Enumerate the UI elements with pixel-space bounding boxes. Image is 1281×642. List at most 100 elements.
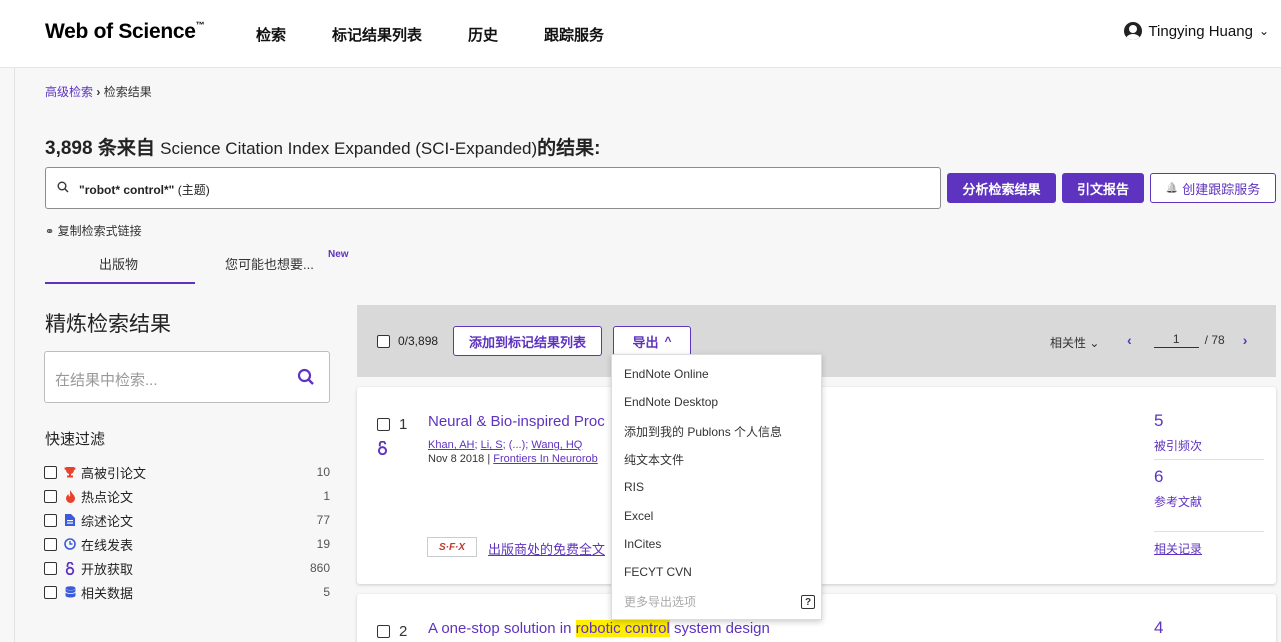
open-access-icon (63, 561, 77, 575)
bell-icon: 🔔 (1165, 182, 1179, 194)
copy-query-link-label: 复制检索式链接 (57, 224, 142, 238)
citation-report-button[interactable]: 引文报告 (1062, 173, 1144, 203)
trophy-icon (63, 466, 77, 478)
chevron-down-icon: ⌄ (1089, 336, 1100, 350)
record-checkbox[interactable] (377, 418, 390, 431)
nav-alerts[interactable]: 跟踪服务 (544, 24, 604, 45)
author-link[interactable]: Wang, HQ (531, 439, 582, 451)
quick-filter-title: 快速过滤 (45, 431, 106, 448)
breadcrumb-advanced-search[interactable]: 高级检索 (45, 85, 93, 99)
user-avatar-icon (1124, 22, 1143, 40)
author-link[interactable]: Khan, AH (428, 439, 474, 451)
export-fecyt-cvn[interactable]: FECYT CVN (624, 565, 692, 579)
authors-more[interactable]: (...) (509, 439, 526, 451)
refine-search-input[interactable]: 在结果中检索... (44, 351, 330, 403)
next-page-icon[interactable]: › (1243, 332, 1248, 348)
export-publons[interactable]: 添加到我的 Publons 个人信息 (624, 423, 782, 440)
filter-open-access[interactable]: 开放获取 860 (44, 558, 330, 578)
user-name: Tingying Huang (1148, 22, 1253, 40)
brand-logo[interactable]: Web of Science™ (45, 20, 205, 44)
journal-link[interactable]: Frontiers In Neurorob (493, 453, 598, 465)
record-title[interactable]: A one-stop solution in robotic control s… (428, 620, 770, 637)
export-menu: EndNote Online EndNote Desktop 添加到我的 Pub… (611, 354, 822, 620)
filter-label: 开放获取 (81, 561, 134, 577)
page-input[interactable]: 1 (1153, 332, 1199, 348)
analyze-results-button[interactable]: 分析检索结果 (947, 173, 1056, 203)
checkbox[interactable] (44, 513, 57, 527)
total-pages: / 78 (1204, 333, 1225, 347)
export-endnote-desktop[interactable]: EndNote Desktop (624, 395, 718, 409)
record-date: Nov 8 2018 (428, 453, 485, 465)
related-records-link[interactable]: 相关记录 (1154, 540, 1202, 557)
export-more-options: 更多导出选项 (624, 595, 697, 609)
free-full-text-link[interactable]: 出版商处的免费全文 (488, 539, 605, 558)
help-icon[interactable]: ? (801, 595, 815, 609)
checkbox[interactable] (44, 585, 57, 599)
checkbox[interactable] (44, 561, 57, 575)
export-ris[interactable]: RIS (624, 480, 644, 494)
filter-highly-cited[interactable]: 高被引论文 10 (44, 462, 330, 482)
record-number: 2 (399, 623, 408, 640)
brand-trademark: ™ (195, 20, 205, 30)
create-alert-button[interactable]: 🔔 创建跟踪服务 (1150, 173, 1276, 203)
record-source: Nov 8 2018 | Frontiers In Neurorob (428, 453, 598, 465)
search-icon (57, 181, 69, 193)
references-label[interactable]: 参考文献 (1154, 493, 1202, 510)
nav-history[interactable]: 历史 (468, 24, 498, 45)
export-plain-text[interactable]: 纯文本文件 (624, 451, 684, 468)
filter-count: 1 (323, 489, 330, 503)
record-authors: Khan, AH; Li, S; (...); Wang, HQ (428, 439, 583, 451)
filter-count: 77 (316, 513, 330, 527)
times-cited-count[interactable]: 5 (1154, 411, 1163, 431)
prev-page-icon[interactable]: ‹ (1127, 332, 1132, 348)
copy-query-link[interactable]: ⚭ 复制检索式链接 (45, 222, 142, 239)
record-title[interactable]: Neural & Bio-inspired Proc (428, 413, 605, 430)
checkbox[interactable] (44, 489, 57, 503)
user-menu[interactable]: Tingying Huang ⌄ (1124, 22, 1269, 40)
chevron-down-icon: ⌄ (1258, 24, 1269, 38)
refine-search-placeholder: 在结果中检索... (55, 372, 158, 389)
export-incites[interactable]: InCites (624, 537, 661, 551)
filter-associated-data[interactable]: 相关数据 5 (44, 582, 330, 602)
sfx-label: S·F·X (438, 541, 466, 553)
database-icon (63, 586, 77, 598)
selected-count: 0/3,898 (398, 334, 439, 348)
references-count[interactable]: 6 (1154, 467, 1163, 487)
times-cited-count[interactable]: 4 (1154, 618, 1163, 638)
filter-hot-papers[interactable]: 热点论文 1 (44, 486, 330, 506)
breadcrumb: 高级检索 › 检索结果 (45, 83, 152, 100)
record-number: 1 (399, 416, 408, 433)
nav-search[interactable]: 检索 (256, 24, 286, 45)
times-cited-label[interactable]: 被引频次 (1154, 437, 1202, 454)
filter-count: 860 (309, 561, 330, 575)
checkbox[interactable] (44, 465, 57, 479)
query-box[interactable]: "robot* control*" (主题) (45, 167, 941, 209)
new-badge: New (328, 249, 349, 260)
flame-icon (63, 489, 77, 503)
record-checkbox[interactable] (377, 625, 390, 638)
title-highlight: robotic control (575, 620, 670, 637)
select-all-checkbox[interactable] (377, 335, 390, 348)
export-button[interactable]: 导出 ^ (613, 326, 691, 356)
filter-review-articles[interactable]: 综述论文 77 (44, 510, 330, 530)
sort-label: 相关性 (1050, 336, 1087, 350)
filter-early-access[interactable]: 在线发表 19 (44, 534, 330, 554)
clock-icon (63, 538, 77, 550)
checkbox[interactable] (44, 537, 57, 551)
breadcrumb-current: 检索结果 (103, 85, 152, 99)
tab-publications[interactable]: 出版物 (99, 254, 138, 273)
search-icon[interactable] (297, 368, 315, 386)
export-excel[interactable]: Excel (624, 509, 653, 523)
nav-marked-list[interactable]: 标记结果列表 (332, 24, 422, 45)
filter-count: 5 (323, 585, 330, 599)
add-to-marked-list-button[interactable]: 添加到标记结果列表 (453, 326, 602, 356)
sort-dropdown[interactable]: 相关性 ⌄ (1050, 334, 1099, 351)
title-text: system design (669, 620, 770, 637)
tab-you-may-like[interactable]: 您可能也想要... (225, 254, 314, 273)
export-endnote-online[interactable]: EndNote Online (624, 367, 709, 381)
author-link[interactable]: Li, S (481, 439, 503, 451)
result-prefix: 条来自 (92, 138, 161, 159)
breadcrumb-separator: › (96, 85, 101, 99)
filter-count: 19 (316, 537, 330, 551)
sfx-logo[interactable]: S·F·X (427, 537, 477, 557)
